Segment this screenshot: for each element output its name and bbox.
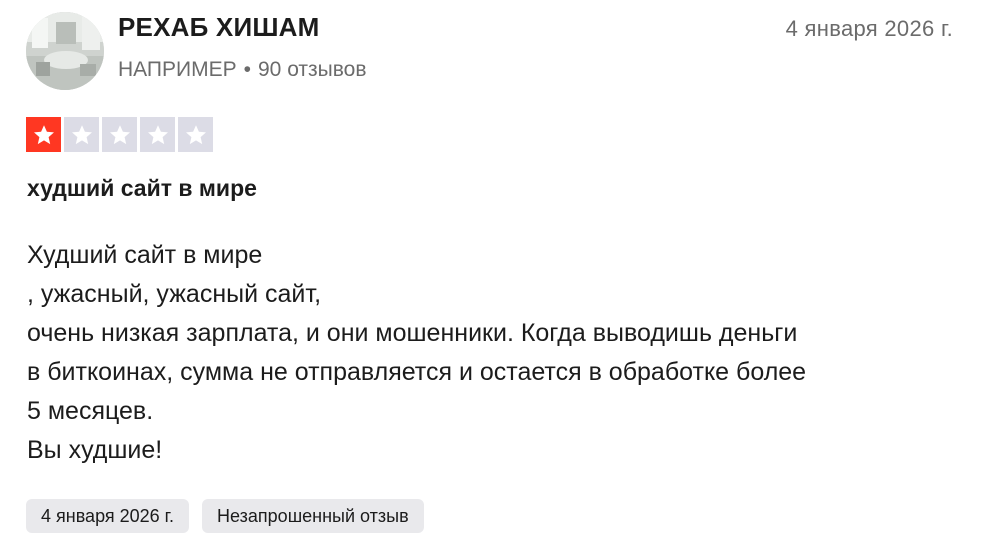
review-body-line: 5 месяцев. (27, 397, 154, 425)
star-icon (147, 124, 168, 144)
star-empty (64, 117, 99, 152)
star-filled (26, 117, 61, 152)
review-date: 4 января 2026 г. (785, 16, 953, 41)
review-body-line: в биткоинах, сумма не отправляется и ост… (27, 358, 807, 386)
review-title[interactable]: худший сайт в мире (27, 175, 257, 202)
star-icon (71, 124, 92, 144)
meta-separator: • (243, 58, 251, 81)
unprompted-review-tag[interactable]: Незапрошенный отзыв (202, 499, 424, 533)
user-photo-avatar-icon (26, 12, 104, 90)
star-icon (109, 124, 130, 144)
experience-date-tag: 4 января 2026 г. (26, 499, 190, 533)
star-icon (33, 124, 54, 144)
reviewer-reviews-count[interactable]: 90 отзывов (258, 58, 367, 81)
review-body-line: Худший сайт в мире (27, 241, 263, 269)
reviewer-meta: НАПРИМЕР • 90 отзывов (118, 58, 367, 82)
review-body-line: очень низкая зарплата, и они мошенники. … (27, 319, 798, 347)
review-body: Худший сайт в мире , ужасный, ужасный са… (27, 236, 947, 470)
review-tags: 4 января 2026 г. Незапрошенный отзыв (26, 499, 424, 533)
star-icon (185, 124, 206, 144)
reviewer-country: НАПРИМЕР (118, 58, 237, 81)
review-body-line: , ужасный, ужасный сайт, (27, 280, 322, 308)
reviewer-avatar[interactable] (26, 12, 104, 90)
star-empty (178, 117, 213, 152)
star-empty (102, 117, 137, 152)
star-empty (140, 117, 175, 152)
reviewer-name[interactable]: РЕХАБ ХИШАМ (118, 12, 320, 43)
star-rating (26, 117, 213, 152)
review-body-line: Вы худшие! (27, 436, 163, 464)
